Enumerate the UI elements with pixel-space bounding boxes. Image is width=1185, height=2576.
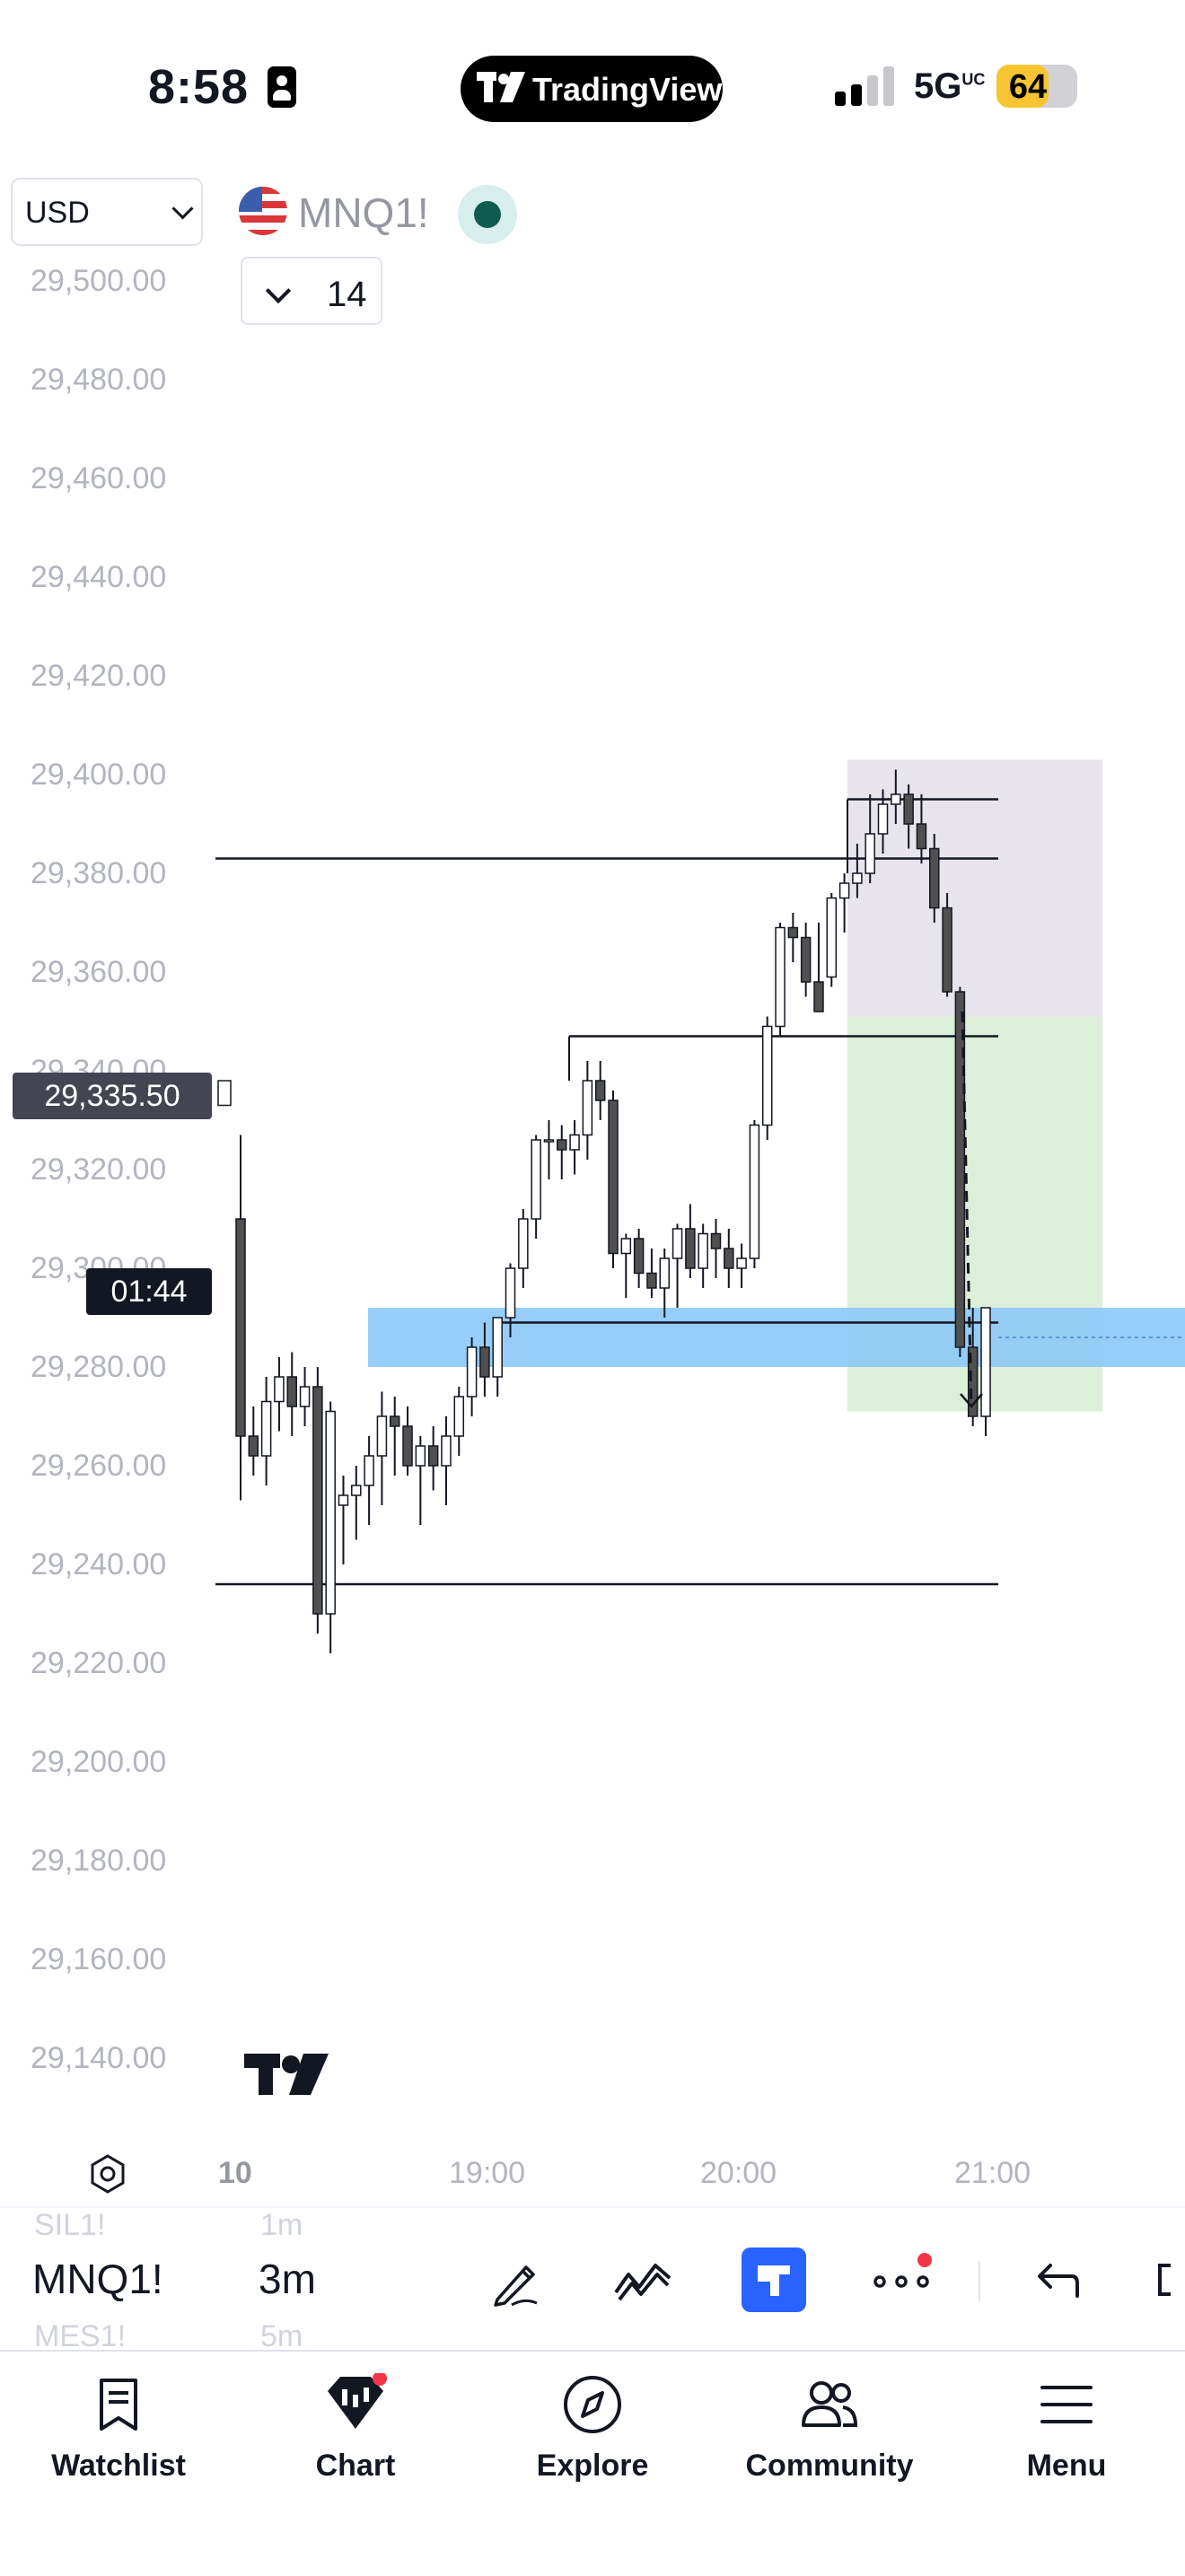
bar-countdown: 01:44 (86, 1268, 212, 1315)
candle-body (594, 1080, 606, 1101)
current-price-label: 29,335.50 (13, 1073, 212, 1119)
candle-body (800, 936, 812, 983)
community-icon (802, 2381, 858, 2427)
candle-body (286, 1376, 297, 1407)
toolbar-divider (979, 2262, 980, 2301)
candle-body (543, 1139, 555, 1143)
candle-body (929, 847, 940, 909)
current-price-marker (217, 1080, 232, 1107)
candle-body (479, 1346, 490, 1378)
time-label: 21:00 (954, 2156, 1031, 2190)
candle-body (389, 1415, 400, 1427)
candle-body (441, 1435, 452, 1467)
toolbar-symbol[interactable]: MNQ1! (32, 2255, 163, 2303)
candle-body (518, 1218, 529, 1269)
candle-body (427, 1445, 439, 1467)
trend-lines-icon[interactable] (610, 2247, 675, 2312)
candle-body (274, 1376, 285, 1403)
candle-body (608, 1100, 619, 1255)
candle-body (954, 991, 966, 1348)
candle-body (466, 1346, 478, 1398)
nav-community[interactable]: Community (711, 2352, 948, 2531)
bottom-navigation: Watchlist Chart Explore Community Menu (0, 2350, 1185, 2576)
candle-body (916, 823, 927, 850)
candle-body (569, 1134, 580, 1151)
candle-body (620, 1238, 632, 1255)
candle-body (299, 1386, 311, 1407)
prev-interval[interactable]: 1m (260, 2208, 303, 2243)
pen-draw-icon[interactable] (485, 2247, 549, 2312)
candle-body (942, 907, 952, 993)
candle-body (852, 872, 863, 884)
nav-chart-label: Chart (315, 2449, 396, 2483)
candle-body (453, 1396, 465, 1437)
candle-body (838, 882, 850, 899)
candle-body (736, 1257, 747, 1269)
candle-body (248, 1435, 259, 1457)
watchlist-icon (100, 2379, 137, 2431)
candle-body (724, 1248, 734, 1269)
toolbar-interval[interactable]: 3m (259, 2255, 316, 2303)
prev-symbol[interactable]: SIL1! (34, 2208, 105, 2243)
candle-body (351, 1485, 362, 1496)
candle-body (710, 1232, 722, 1249)
axis-settings-icon[interactable] (86, 2152, 129, 2195)
tradingview-watermark-icon (244, 2054, 329, 2095)
candle-body (903, 793, 914, 825)
candle-body (672, 1228, 683, 1259)
candle-body (826, 897, 838, 978)
candle-body (761, 1025, 773, 1126)
time-label: 20:00 (700, 2156, 777, 2190)
chart-icon (328, 2373, 387, 2429)
zone-demand (368, 1308, 1185, 1367)
candle-body (698, 1232, 708, 1269)
candle-body (557, 1139, 567, 1151)
compass-icon (564, 2376, 621, 2433)
candle-body (312, 1386, 323, 1615)
candle-body (980, 1307, 991, 1417)
candle-body (787, 926, 799, 939)
candle-body (364, 1455, 374, 1486)
chart-toolbar: SIL1! 1m MNQ1! 3m MES1! 5m (0, 2206, 1185, 2353)
candle-body (531, 1139, 541, 1220)
candle-body (376, 1415, 388, 1457)
candle-body (891, 793, 901, 805)
templates-button[interactable] (742, 2247, 806, 2312)
time-label: 10 (218, 2156, 252, 2190)
hamburger-menu-icon (1040, 2386, 1093, 2423)
candle-body (685, 1228, 696, 1269)
candle-body (505, 1267, 516, 1319)
more-options-icon[interactable] (869, 2247, 934, 2312)
fullscreen-icon[interactable] (1149, 2247, 1185, 2312)
candle-body (865, 833, 875, 874)
candle-body (235, 1218, 246, 1437)
candle-body (877, 803, 889, 835)
candle-body (415, 1445, 426, 1467)
nav-explore[interactable]: Explore (474, 2352, 711, 2531)
undo-icon[interactable] (1023, 2247, 1088, 2312)
nav-chart[interactable]: Chart (237, 2352, 474, 2531)
candle-body (646, 1272, 657, 1289)
candle-body (582, 1080, 593, 1136)
templates-icon (758, 2265, 790, 2296)
nav-community-label: Community (745, 2449, 914, 2483)
nav-menu[interactable]: Menu (948, 2352, 1185, 2531)
candle-body (659, 1257, 670, 1289)
time-label: 19:00 (449, 2156, 526, 2190)
candle-body (260, 1400, 272, 1457)
candle-body (492, 1317, 503, 1378)
candle-body (338, 1494, 349, 1506)
candle-body (775, 926, 786, 1028)
nav-watchlist-label: Watchlist (51, 2449, 186, 2483)
candle-body (402, 1425, 413, 1467)
candle-body (813, 981, 824, 1012)
nav-menu-label: Menu (1026, 2449, 1107, 2483)
nav-explore-label: Explore (536, 2449, 649, 2483)
candle-body (325, 1410, 336, 1615)
candle-body (633, 1238, 645, 1275)
nav-watchlist[interactable]: Watchlist (0, 2352, 237, 2531)
candle-body (749, 1124, 760, 1259)
